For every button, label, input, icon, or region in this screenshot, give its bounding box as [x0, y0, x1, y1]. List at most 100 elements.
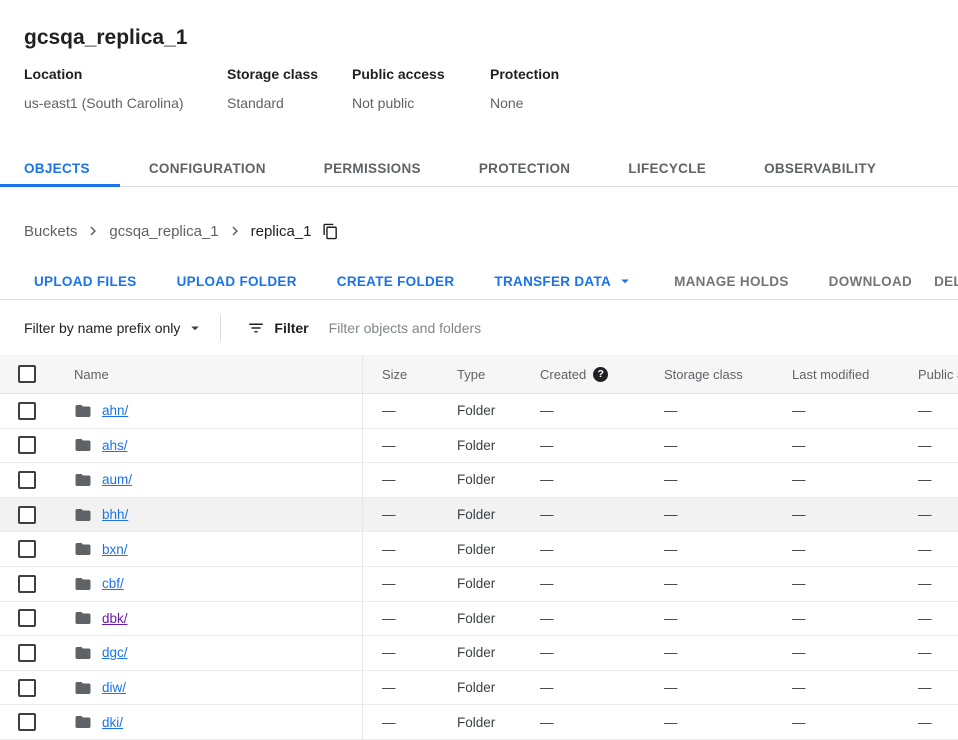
table-row: ahs/ — Folder — — — —: [0, 429, 958, 464]
cell-public-access: —: [899, 576, 958, 591]
cell-public-access: —: [899, 715, 958, 730]
divider: [220, 315, 221, 341]
cell-type: Folder: [438, 507, 521, 522]
row-name-group: ahn/: [0, 394, 363, 428]
header-name-group: Name: [0, 355, 363, 393]
transfer-data-label: TRANSFER DATA: [494, 274, 611, 289]
filter-prefix: Filter: [247, 319, 308, 337]
breadcrumb-bucket-name[interactable]: gcsqa_replica_1: [109, 223, 218, 240]
table-header-row: Name Size Type Created ? Storage class L…: [0, 355, 958, 394]
cell-public-access: —: [899, 542, 958, 557]
tab-objects[interactable]: OBJECTS: [0, 150, 120, 186]
folder-icon: [74, 575, 92, 593]
cell-storage-class: —: [645, 715, 773, 730]
cell-size: —: [363, 576, 438, 591]
row-name-group: ahs/: [0, 429, 363, 463]
folder-link[interactable]: bhh/: [102, 507, 128, 522]
help-icon[interactable]: ?: [593, 367, 608, 382]
cell-storage-class: —: [645, 507, 773, 522]
row-checkbox[interactable]: [18, 436, 36, 454]
row-checkbox[interactable]: [18, 471, 36, 489]
folder-link[interactable]: ahs/: [102, 438, 128, 453]
upload-folder-button[interactable]: UPLOAD FOLDER: [169, 274, 305, 289]
row-name-group: bxn/: [0, 532, 363, 566]
cell-created: —: [521, 472, 645, 487]
cell-last-modified: —: [773, 507, 899, 522]
tab-lifecycle[interactable]: LIFECYCLE: [599, 150, 735, 186]
cell-type: Folder: [438, 438, 521, 453]
cell-created: —: [521, 507, 645, 522]
delete-button[interactable]: DELETE: [926, 274, 958, 289]
column-header-created: Created ?: [521, 367, 645, 382]
filter-scope-select[interactable]: Filter by name prefix only: [24, 319, 204, 337]
folder-link[interactable]: dbk/: [102, 611, 128, 626]
row-name-group: bhh/: [0, 498, 363, 532]
tab-protection[interactable]: PROTECTION: [450, 150, 600, 186]
cell-last-modified: —: [773, 576, 899, 591]
table-body: ahn/ — Folder — — — — ahs/ — Folder —: [0, 394, 958, 740]
arrow-drop-down-icon: [186, 319, 204, 337]
meta-protection: Protection None: [490, 66, 559, 112]
meta-value: Standard: [227, 95, 352, 112]
row-checkbox[interactable]: [18, 609, 36, 627]
tab-observability[interactable]: OBSERVABILITY: [735, 150, 905, 186]
cell-size: —: [363, 542, 438, 557]
cell-created: —: [521, 438, 645, 453]
cell-type: Folder: [438, 611, 521, 626]
row-checkbox[interactable]: [18, 506, 36, 524]
folder-link[interactable]: diw/: [102, 680, 126, 695]
cell-size: —: [363, 438, 438, 453]
cell-last-modified: —: [773, 472, 899, 487]
upload-files-button[interactable]: UPLOAD FILES: [26, 274, 145, 289]
folder-link[interactable]: aum/: [102, 472, 132, 487]
cell-created: —: [521, 542, 645, 557]
download-button[interactable]: DOWNLOAD: [821, 274, 920, 289]
cell-last-modified: —: [773, 715, 899, 730]
cell-storage-class: —: [645, 438, 773, 453]
bucket-header: gcsqa_replica_1 Location us-east1 (South…: [0, 0, 958, 112]
table-row: dbk/ — Folder — — — —: [0, 602, 958, 637]
folder-link[interactable]: cbf/: [102, 576, 124, 591]
row-name-group: dki/: [0, 705, 363, 739]
breadcrumb-buckets[interactable]: Buckets: [24, 223, 77, 240]
cell-created: —: [521, 403, 645, 418]
tab-permissions[interactable]: PERMISSIONS: [295, 150, 450, 186]
select-all-checkbox[interactable]: [18, 365, 36, 383]
chevron-right-icon: [84, 222, 102, 240]
row-checkbox[interactable]: [18, 713, 36, 731]
row-checkbox[interactable]: [18, 575, 36, 593]
manage-holds-button[interactable]: MANAGE HOLDS: [666, 274, 797, 289]
row-checkbox[interactable]: [18, 540, 36, 558]
cell-public-access: —: [899, 680, 958, 695]
cell-storage-class: —: [645, 542, 773, 557]
row-name-group: cbf/: [0, 567, 363, 601]
cell-storage-class: —: [645, 680, 773, 695]
copy-path-button[interactable]: [322, 223, 339, 240]
folder-link[interactable]: dki/: [102, 715, 123, 730]
create-folder-button[interactable]: CREATE FOLDER: [329, 274, 463, 289]
table-row: aum/ — Folder — — — —: [0, 463, 958, 498]
row-checkbox[interactable]: [18, 679, 36, 697]
row-checkbox[interactable]: [18, 644, 36, 662]
column-header-name: Name: [74, 367, 109, 382]
transfer-data-button[interactable]: TRANSFER DATA: [486, 272, 642, 290]
folder-link[interactable]: ahn/: [102, 403, 128, 418]
filter-objects-input[interactable]: [327, 319, 958, 337]
meta-storage-class: Storage class Standard: [227, 66, 352, 112]
cell-public-access: —: [899, 472, 958, 487]
cell-created: —: [521, 611, 645, 626]
folder-link[interactable]: bxn/: [102, 542, 128, 557]
cell-size: —: [363, 715, 438, 730]
cell-public-access: —: [899, 507, 958, 522]
column-header-size: Size: [363, 367, 438, 382]
row-checkbox[interactable]: [18, 402, 36, 420]
table-row: dki/ — Folder — — — —: [0, 705, 958, 740]
cell-size: —: [363, 611, 438, 626]
cell-public-access: —: [899, 645, 958, 660]
folder-link[interactable]: dgc/: [102, 645, 128, 660]
cell-type: Folder: [438, 715, 521, 730]
cell-type: Folder: [438, 542, 521, 557]
cell-created: —: [521, 576, 645, 591]
tab-configuration[interactable]: CONFIGURATION: [120, 150, 295, 186]
cell-last-modified: —: [773, 645, 899, 660]
